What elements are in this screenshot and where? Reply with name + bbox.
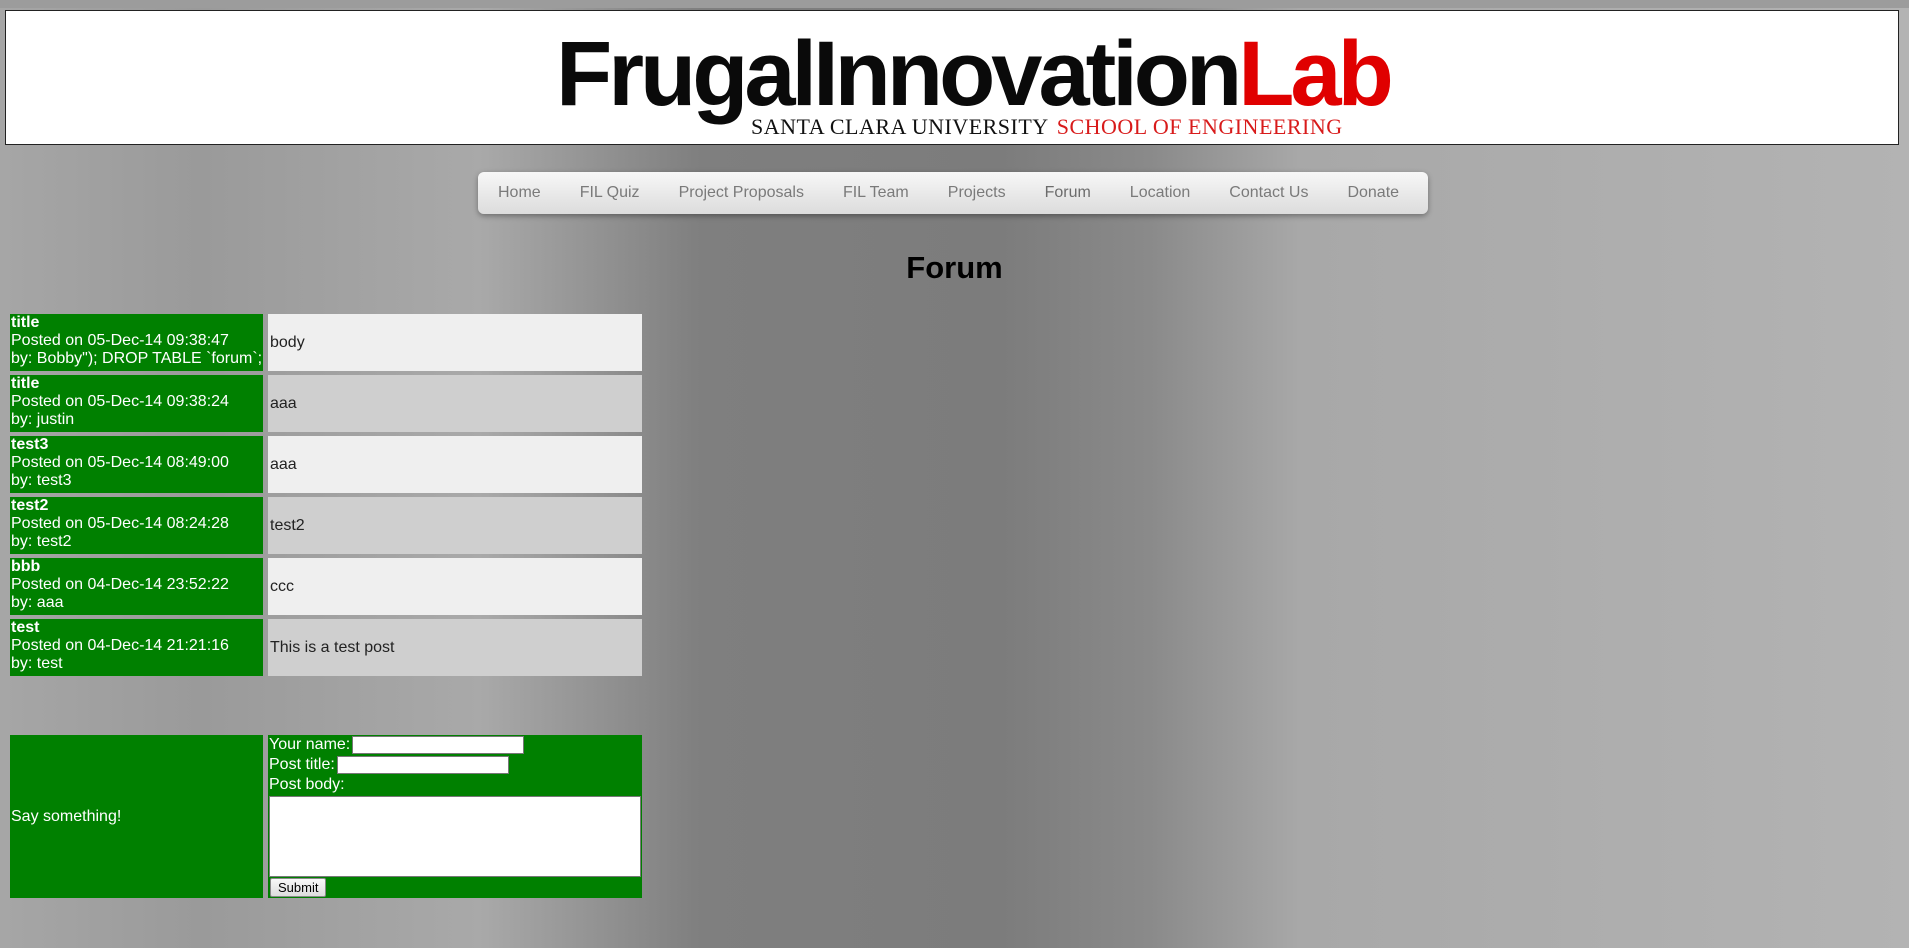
post-title: title [11,314,40,331]
logo-subtitle: SANTA CLARA UNIVERSITY SCHOOL OF ENGINEER… [751,114,1343,140]
post-title-input[interactable] [336,756,509,774]
post-meta: test2 Posted on 05-Dec-14 08:24:28 by: t… [10,497,263,554]
forum-post: test3 Posted on 05-Dec-14 08:49:00 by: t… [10,436,642,493]
title-row: Post title: [269,756,509,774]
post-date: Posted on 05-Dec-14 08:24:28 [11,515,229,532]
post-body: body [268,314,642,371]
post-title-label: Post title: [269,756,335,774]
post-title: test2 [11,497,49,514]
post-meta: title Posted on 05-Dec-14 09:38:47 by: B… [10,314,263,371]
forum-post: title Posted on 05-Dec-14 09:38:24 by: j… [10,375,642,432]
main-nav: Home FIL Quiz Project Proposals FIL Team… [478,172,1428,214]
forum-post: title Posted on 05-Dec-14 09:38:47 by: B… [10,314,642,371]
post-author: by: Bobby"); DROP TABLE `forum`; [11,350,263,367]
post-date: Posted on 05-Dec-14 09:38:24 [11,393,229,410]
post-author: by: test3 [11,472,72,489]
post-title: bbb [11,558,41,575]
submit-button[interactable]: Submit [270,878,327,897]
post-author: by: test2 [11,533,72,550]
post-meta: title Posted on 05-Dec-14 09:38:24 by: j… [10,375,263,432]
frugal-innovation-lab-logo[interactable]: FrugalInnovationLab SANTA CLARA UNIVERSI… [551,19,1394,140]
compose-fields: Your name: Post title: Post body: Submit [268,735,642,898]
post-body-textarea[interactable] [269,796,641,877]
post-date: Posted on 04-Dec-14 21:21:16 [11,637,229,654]
nav-item-fil-team[interactable]: FIL Team [843,184,909,202]
nav-item-home[interactable]: Home [498,184,541,202]
post-body-label: Post body: [269,776,345,793]
logo-subtitle-school: SCHOOL OF ENGINEERING [1056,114,1343,139]
nav-item-location[interactable]: Location [1130,184,1191,202]
forum-post-list: title Posted on 05-Dec-14 09:38:47 by: B… [10,314,642,680]
nav-item-forum[interactable]: Forum [1045,184,1091,202]
forum-post: bbb Posted on 04-Dec-14 23:52:22 by: aaa… [10,558,642,615]
post-title: title [11,375,40,392]
nav-item-fil-quiz[interactable]: FIL Quiz [580,184,640,202]
logo-subtitle-university: SANTA CLARA UNIVERSITY [751,114,1049,139]
post-date: Posted on 05-Dec-14 09:38:47 [11,332,229,349]
logo-wordmark-red: Lab [1238,23,1394,125]
post-author: by: justin [11,411,75,428]
post-date: Posted on 04-Dec-14 23:52:22 [11,576,229,593]
top-strip [0,0,1909,8]
name-label: Your name: [269,736,351,754]
logo-wordmark-black: FrugalInnovation [556,23,1242,125]
post-title: test3 [11,436,49,453]
post-author: by: aaa [11,594,64,611]
post-body: aaa [268,436,642,493]
post-meta: test3 Posted on 05-Dec-14 08:49:00 by: t… [10,436,263,493]
logo-wordmark: FrugalInnovationLab [556,19,1394,129]
post-meta: test Posted on 04-Dec-14 21:21:16 by: te… [10,619,263,676]
post-title: test [11,619,40,636]
forum-post: test2 Posted on 05-Dec-14 08:24:28 by: t… [10,497,642,554]
name-input[interactable] [352,736,525,754]
page-title: Forum [906,250,1003,285]
post-meta: bbb Posted on 04-Dec-14 23:52:22 by: aaa [10,558,263,615]
post-body: This is a test post [268,619,642,676]
site-header-banner: FrugalInnovationLab SANTA CLARA UNIVERSI… [5,10,1899,145]
post-date: Posted on 05-Dec-14 08:49:00 [11,454,229,471]
post-body: ccc [268,558,642,615]
post-body: test2 [268,497,642,554]
nav-item-contact-us[interactable]: Contact Us [1229,184,1308,202]
compose-prompt: Say something! [10,735,263,898]
forum-post: test Posted on 04-Dec-14 21:21:16 by: te… [10,619,642,676]
name-row: Your name: [269,736,525,754]
post-body: aaa [268,375,642,432]
nav-item-donate[interactable]: Donate [1347,184,1399,202]
new-post-form: Say something! Your name: Post title: Po… [10,735,642,898]
nav-item-projects[interactable]: Projects [948,184,1006,202]
body-row: Post body: [269,776,345,794]
nav-item-project-proposals[interactable]: Project Proposals [679,184,804,202]
post-author: by: test [11,655,63,672]
